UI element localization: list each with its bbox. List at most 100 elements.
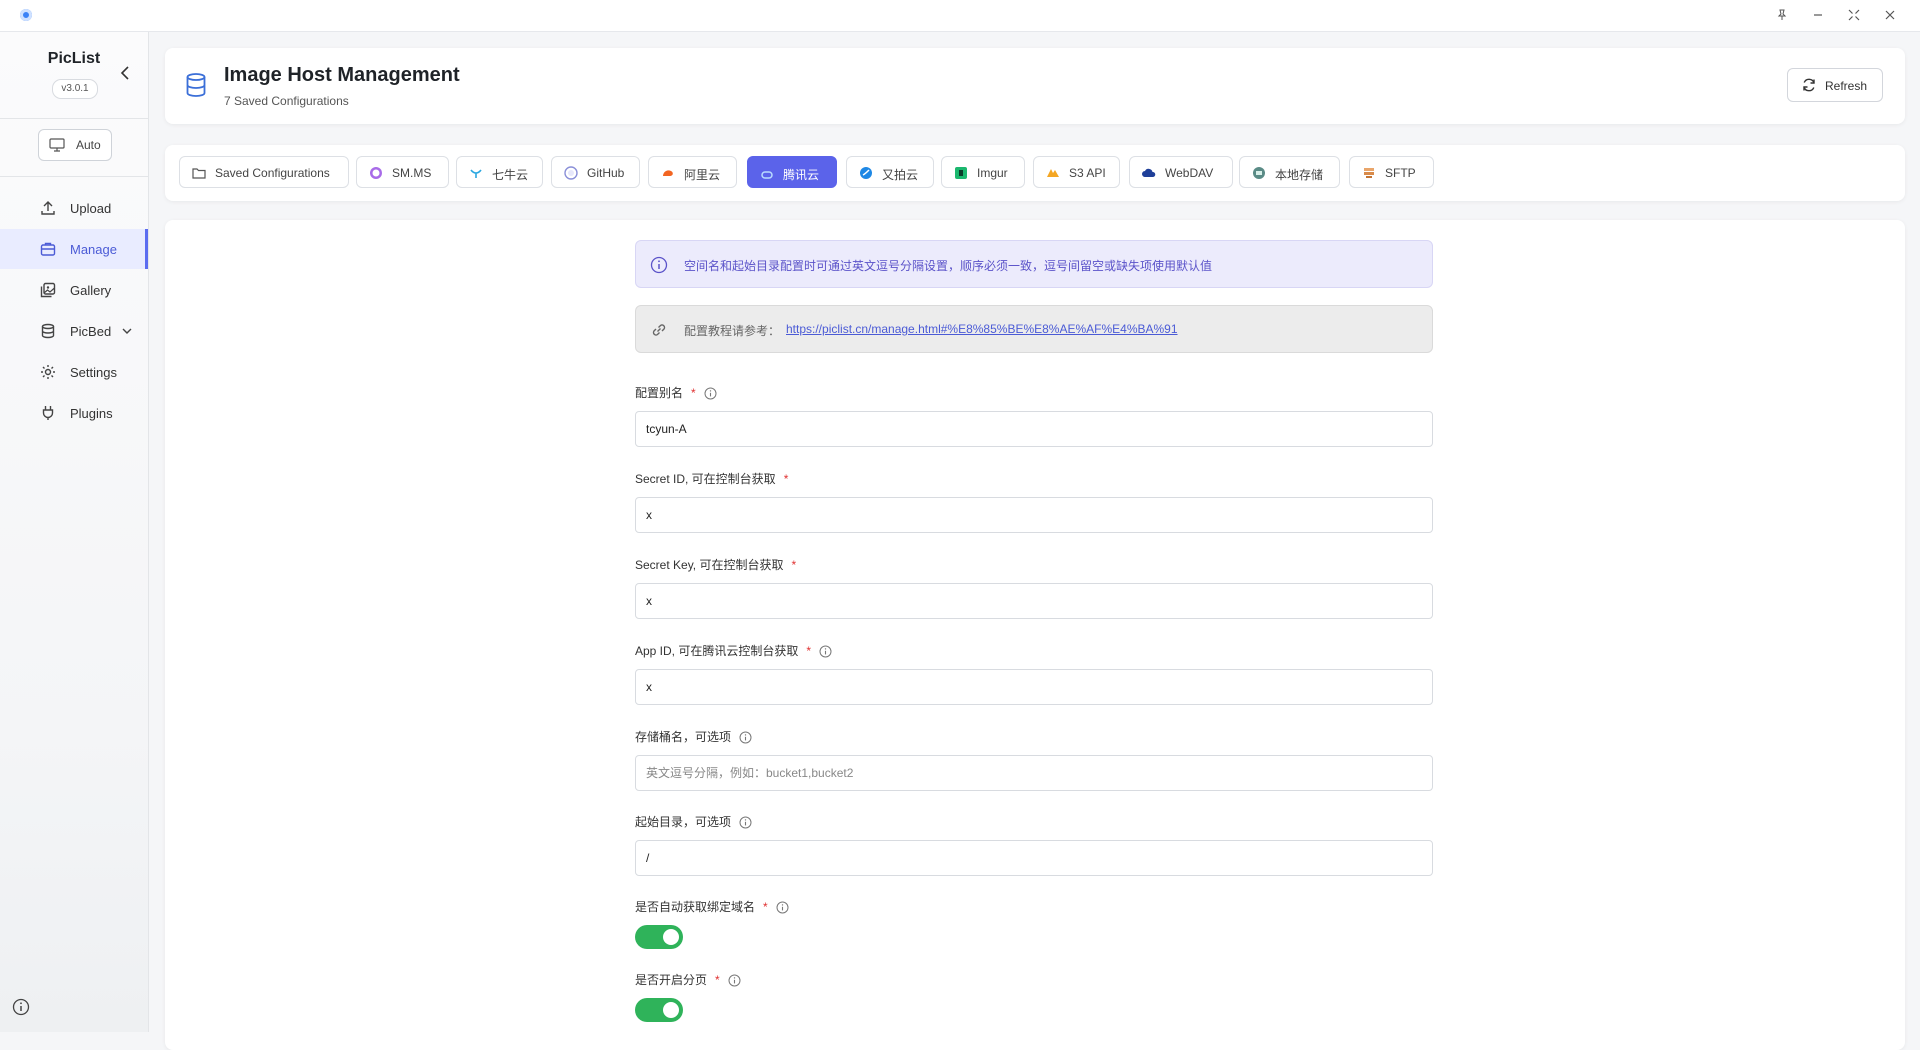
required-mark: * [763,900,768,914]
sidebar-item-settings[interactable]: Settings [0,352,148,392]
about-info-icon[interactable] [12,998,30,1021]
pin-icon[interactable] [1772,6,1792,26]
base-dir-input[interactable] [635,840,1433,876]
info-notice: 空间名和起始目录配置时可通过英文逗号分隔设置，顺序必须一致，逗号间留空或缺失项使… [635,240,1433,288]
local-storage-icon [1253,167,1265,179]
plug-icon [42,406,54,420]
info-icon[interactable] [704,387,717,403]
database-icon [186,73,206,97]
minimize-icon[interactable] [1808,6,1828,26]
paging-label: 是否开启分页 * [635,971,741,990]
bucket-label-text: 存储桶名，可选项 [635,730,732,744]
info-icon[interactable] [728,974,741,990]
sidebar-item-plugins[interactable]: Plugins [0,393,148,433]
tab-s3-api[interactable]: S3 API [1033,156,1120,188]
required-mark: * [715,973,720,987]
sidebar-item-manage[interactable]: Manage [0,229,148,269]
tab-sftp[interactable]: SFTP [1349,156,1434,188]
tab-label: 腾讯云 [783,168,820,182]
tab-label: 七牛云 [492,168,529,182]
title-bar [0,0,1920,32]
s3-icon [1047,169,1059,177]
version-badge: v3.0.1 [52,79,98,99]
tab-label: SFTP [1385,166,1416,180]
sidebar-item-label: Settings [70,365,117,380]
tutorial-link-box: 配置教程请参考： https://piclist.cn/manage.html#… [635,305,1433,353]
info-icon[interactable] [739,816,752,832]
info-icon [650,256,668,274]
refresh-label: Refresh [1825,79,1868,93]
tab-aliyun[interactable]: 阿里云 [648,156,737,188]
sidebar-item-label: Plugins [70,406,113,421]
imgur-icon [955,167,967,179]
github-icon [564,166,578,180]
tab-saved-configurations[interactable]: Saved Configurations [179,156,349,188]
divider [0,176,148,177]
app-id-input[interactable] [635,669,1433,705]
theme-auto-label: Auto [76,138,101,152]
theme-auto-button[interactable]: Auto [38,129,112,161]
base-dir-label-text: 起始目录，可选项 [635,815,732,829]
aliyun-icon [663,170,673,176]
bucket-input[interactable] [635,755,1433,791]
tab-local-storage[interactable]: 本地存储 [1239,156,1340,188]
required-mark: * [806,644,812,658]
tab-webdav[interactable]: WebDAV [1129,156,1233,188]
info-icon[interactable] [739,731,752,747]
tab-label: 又拍云 [882,168,919,182]
tutorial-prefix: 配置教程请参考： [684,324,781,338]
alias-label-text: 配置别名 [635,386,684,400]
upyun-icon [860,167,872,179]
secret-key-input[interactable] [635,583,1433,619]
tab-label: GitHub [587,166,625,180]
secret-id-label: Secret ID, 可在控制台获取 * [635,470,788,487]
tab-label: 本地存储 [1275,168,1324,182]
notice-text: 空间名和起始目录配置时可通过英文逗号分隔设置，顺序必须一致，逗号间留空或缺失项使… [684,259,1213,273]
tab-imgur[interactable]: Imgur [941,156,1025,188]
config-form-panel: 空间名和起始目录配置时可通过英文逗号分隔设置，顺序必须一致，逗号间留空或缺失项使… [165,220,1905,1050]
monitor-icon [49,138,65,152]
alias-input[interactable] [635,411,1433,447]
page-subtitle: 7 Saved Configurations [224,94,349,108]
smms-icon [370,167,382,179]
tab-label: 阿里云 [684,168,721,182]
tab-label: S3 API [1069,166,1106,180]
tutorial-link[interactable]: https://piclist.cn/manage.html#%E8%85%BE… [786,322,1178,336]
base-dir-label: 起始目录，可选项 [635,813,752,832]
folder-icon [192,168,206,179]
close-icon[interactable] [1880,6,1900,26]
tab-upyun[interactable]: 又拍云 [846,156,934,188]
refresh-icon [1803,78,1815,92]
tencent-cloud-icon [761,171,773,179]
sidebar-item-label: PicBed [70,324,112,339]
qiniu-icon [470,169,482,178]
restore-icon[interactable] [1844,6,1864,26]
sidebar-item-upload[interactable]: Upload [0,188,148,228]
info-icon[interactable] [819,645,832,661]
page-header: Image Host Management 7 Saved Configurat… [165,48,1905,124]
auto-domain-toggle[interactable] [635,925,683,949]
sidebar-item-gallery[interactable]: Gallery [0,270,148,310]
gallery-icon [40,282,56,298]
tab-tencent-cloud[interactable]: 腾讯云 [747,156,837,188]
required-mark: * [783,472,789,486]
sidebar-item-picbed[interactable]: PicBed [0,311,148,351]
page-title: Image Host Management [224,64,460,86]
info-icon[interactable] [776,901,789,917]
refresh-button[interactable]: Refresh [1787,68,1883,102]
collapse-sidebar-button[interactable] [120,66,130,85]
paging-toggle[interactable] [635,998,683,1022]
secret-id-input[interactable] [635,497,1433,533]
tab-smms[interactable]: SM.MS [356,156,449,188]
tab-qiniu[interactable]: 七牛云 [456,156,543,188]
sidebar: PicList v3.0.1 Auto Upload Manage Galler… [0,32,149,1032]
briefcase-icon [40,242,56,256]
divider [0,118,148,119]
link-icon [652,324,666,336]
sidebar-item-label: Gallery [70,283,112,298]
tab-github[interactable]: GitHub [551,156,640,188]
cloud-icon [1142,168,1156,177]
tab-label: WebDAV [1165,166,1214,180]
sidebar-item-label: Upload [70,201,112,216]
tab-label: SM.MS [392,166,432,180]
